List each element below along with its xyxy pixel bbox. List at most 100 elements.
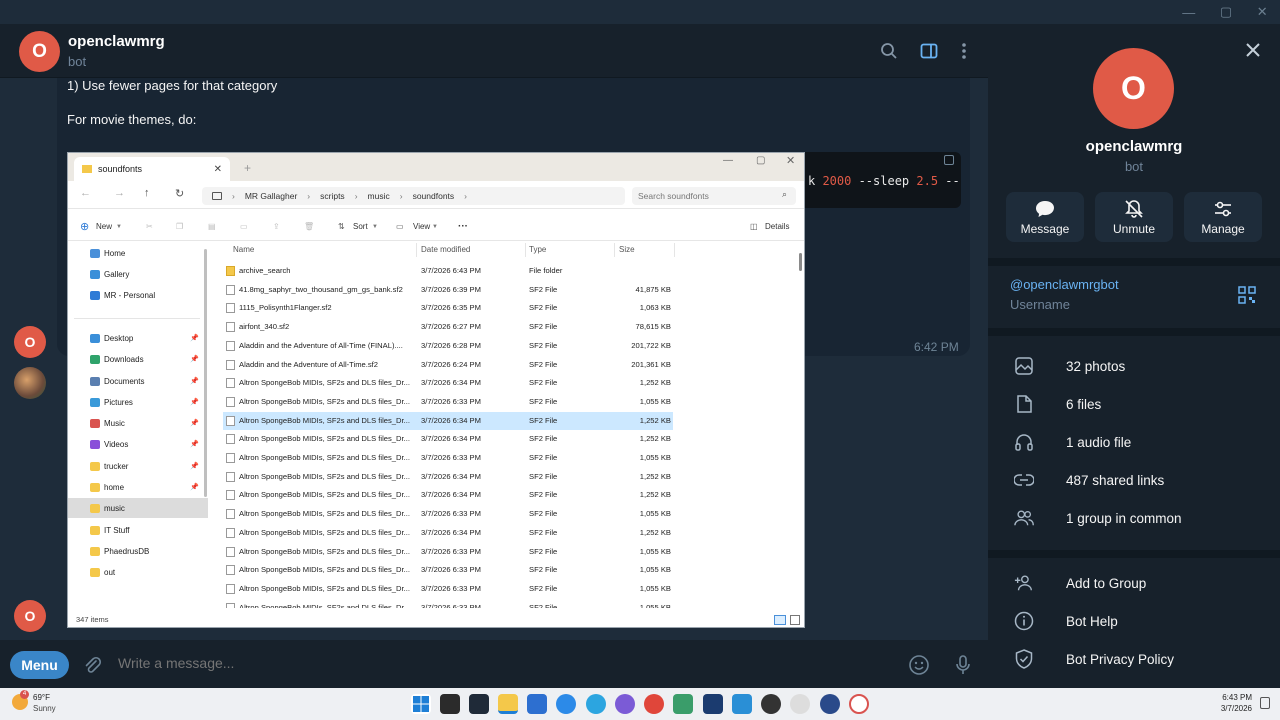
column-divider[interactable] [674,243,675,257]
view-button[interactable]: View [413,222,430,231]
rename-icon[interactable]: ▭ [240,222,248,231]
zoom-icon[interactable] [556,694,576,714]
more-button[interactable]: ··· [458,221,468,232]
nav-item[interactable]: trucker 📌 [68,456,208,476]
notification-icon[interactable] [1260,697,1270,709]
file-row[interactable]: Altron SpongeBob MIDIs, SF2s and DLS fil… [223,524,673,542]
nav-item[interactable]: music [68,498,208,518]
nav-item[interactable]: MR - Personal [68,285,208,305]
column-header-date[interactable]: Date modified [421,245,470,254]
bot-privacy-button[interactable]: Bot Privacy Policy [1014,647,1264,671]
nav-item[interactable]: out [68,562,208,582]
add-to-group-button[interactable]: Add to Group [1014,571,1264,595]
explorer-minimize-button[interactable]: — [723,155,733,166]
vpn-icon[interactable] [820,694,840,714]
breadcrumb-item[interactable]: soundfonts [413,191,455,201]
nav-item[interactable]: PhaedrusDB [68,541,208,561]
column-header-size[interactable]: Size [619,245,635,254]
more-options-icon[interactable] [953,40,975,62]
nav-item[interactable]: Gallery [68,264,208,284]
sender-avatar[interactable]: O [14,600,46,632]
chrome-icon[interactable] [644,694,664,714]
profile-avatar[interactable]: O [1093,48,1174,129]
file-row[interactable]: Altron SpongeBob MIDIs, SF2s and DLS fil… [223,449,673,467]
file-row[interactable]: Altron SpongeBob MIDIs, SF2s and DLS fil… [223,505,673,523]
explorer-tab[interactable]: soundfonts ✕ [74,157,230,181]
column-header-type[interactable]: Type [529,245,546,254]
column-divider[interactable] [416,243,417,257]
spreadsheet-icon[interactable] [673,694,693,714]
new-tab-button[interactable]: + [244,161,251,175]
media-audio[interactable]: 1 audio file [1014,430,1264,454]
new-button[interactable]: New [96,222,112,231]
file-explorer-icon[interactable] [498,694,518,714]
close-panel-icon[interactable] [1243,40,1263,60]
file-row[interactable]: Aladdin and the Adventure of All-Time (F… [223,337,673,355]
store-icon[interactable] [527,694,547,714]
share-icon[interactable]: ⇪ [273,222,280,231]
telegram-icon[interactable] [586,694,606,714]
attach-icon[interactable] [82,655,102,675]
compass-icon[interactable] [790,694,810,714]
media-files[interactable]: 6 files [1014,392,1264,416]
sidebar-toggle-icon[interactable] [918,40,940,62]
details-view-icon[interactable] [774,615,786,625]
nav-item[interactable]: Downloads 📌 [68,349,208,369]
back-icon[interactable]: ← [80,187,91,199]
media-photos[interactable]: 32 photos [1014,354,1264,378]
nav-item[interactable]: Videos 📌 [68,434,208,454]
file-row[interactable]: Altron SpongeBob MIDIs, SF2s and DLS fil… [223,468,673,486]
nav-item[interactable]: Desktop 📌 [68,328,208,348]
recorder-icon[interactable] [849,694,869,714]
clock-date[interactable]: 3/7/2026 [1214,704,1252,713]
file-row[interactable]: Altron SpongeBob MIDIs, SF2s and DLS fil… [223,580,673,598]
file-row[interactable]: Altron SpongeBob MIDIs, SF2s and DLS fil… [223,430,673,448]
list-scrollbar[interactable] [799,253,802,271]
clock-time[interactable]: 6:43 PM [1216,693,1252,702]
chat-avatar[interactable]: O [19,31,60,72]
media-links[interactable]: 487 shared links [1014,468,1264,492]
message-input[interactable] [118,655,878,671]
nav-item[interactable]: Music 📌 [68,413,208,433]
refresh-icon[interactable]: ↻ [175,187,184,200]
copy-icon[interactable]: ❐ [176,222,183,231]
file-row[interactable]: Altron SpongeBob MIDIs, SF2s and DLS fil… [223,561,673,579]
nav-item[interactable]: home 📌 [68,477,208,497]
nav-item[interactable]: Home [68,243,208,263]
nav-item[interactable]: IT Stuff [68,520,208,540]
minimize-button[interactable]: — [1182,5,1195,20]
notepad-icon[interactable] [732,694,752,714]
cut-icon[interactable]: ✂ [146,222,153,231]
breadcrumb-item[interactable]: MR Gallagher [245,191,297,201]
qr-code-icon[interactable] [1238,286,1256,304]
browser-icon[interactable] [615,694,635,714]
delete-icon[interactable]: 🗑 [304,222,314,231]
manage-button[interactable]: Manage [1184,192,1262,242]
maximize-button[interactable]: ▢ [1220,4,1232,20]
close-window-button[interactable]: ✕ [1257,4,1268,20]
unmute-button[interactable]: Unmute [1095,192,1173,242]
terminal-icon[interactable] [469,694,489,714]
close-tab-icon[interactable]: ✕ [214,164,222,175]
search-icon[interactable] [878,40,900,62]
explorer-close-button[interactable]: ✕ [786,154,795,167]
file-row[interactable]: Altron SpongeBob MIDIs, SF2s and DLS fil… [223,543,673,561]
nav-item[interactable]: Documents 📌 [68,371,208,391]
emoji-icon[interactable] [908,654,930,676]
file-explorer-window[interactable]: soundfonts ✕ + — ▢ ✕ ← → ↑ ↻ › MR Gallag… [67,152,805,628]
file-row[interactable]: Altron SpongeBob MIDIs, SF2s and DLS fil… [223,599,673,608]
paste-icon[interactable]: ▤ [208,222,216,231]
explorer-maximize-button[interactable]: ▢ [756,155,765,166]
file-row[interactable]: 41.8mg_saphyr_two_thousand_gm_gs_bank.sf… [223,281,673,299]
column-header-name[interactable]: Name [233,245,254,254]
task-view-icon[interactable] [440,694,460,714]
file-row[interactable]: Altron SpongeBob MIDIs, SF2s and DLS fil… [223,411,673,430]
file-row[interactable]: Altron SpongeBob MIDIs, SF2s and DLS fil… [223,486,673,504]
username-link[interactable]: @openclawmrgbot [1010,277,1119,292]
powershell-icon[interactable] [703,694,723,714]
weather-temp[interactable]: 69°F [33,693,50,702]
file-row[interactable]: archive_search 3/7/2026 6:43 PM File folde… [223,262,673,280]
forward-icon[interactable]: → [114,187,125,199]
file-row[interactable]: Altron SpongeBob MIDIs, SF2s and DLS fil… [223,374,673,392]
breadcrumb[interactable]: › MR Gallagher › scripts › music › sound… [202,187,625,205]
